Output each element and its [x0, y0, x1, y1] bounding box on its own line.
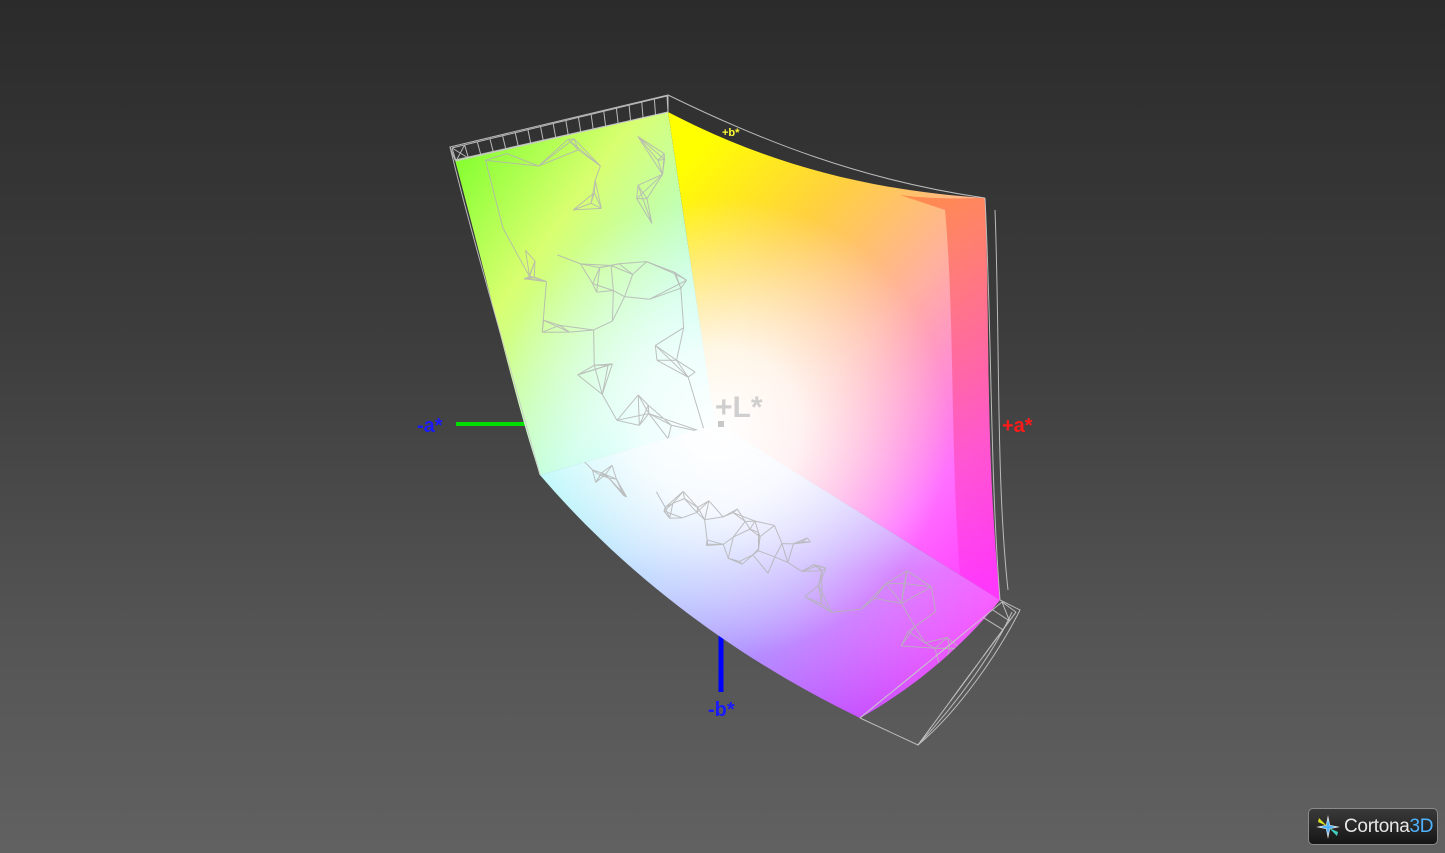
wireframe-edge [958, 648, 961, 679]
logo-name-accent: 3D [1409, 815, 1434, 837]
neg-b-axis-label: -b* [708, 699, 735, 721]
pos-l-axis-label: +L* [715, 391, 763, 424]
wireframe-edge [593, 329, 595, 366]
wireframe-edge [552, 123, 557, 139]
wireframe-edge [705, 539, 708, 546]
wireframe-edge [514, 132, 519, 147]
wireframe-edge [950, 691, 958, 701]
wireframe-edge [590, 114, 594, 130]
origin-marker [718, 421, 724, 427]
wireframe-edge [502, 135, 507, 150]
wireframe-edge [476, 141, 482, 156]
wireframe-edge [647, 405, 650, 414]
wireframe-edge [527, 129, 532, 144]
wireframe-edge [615, 108, 619, 124]
logo-name-main: Cortona [1344, 815, 1410, 837]
3d-gamut-viewport[interactable]: -a* +a* -b* +L* +b* [0, 0, 1445, 853]
wireframe-edge [653, 99, 657, 115]
wireframe-edge [941, 672, 960, 679]
pos-a-axis-label: +a* [1002, 415, 1033, 437]
pos-b-axis-label: +b* [722, 127, 740, 139]
wireframe-edge [960, 647, 979, 656]
wireframe-edge [577, 117, 582, 133]
cortona3d-wordmark: Cortona3D [1344, 816, 1433, 838]
wireframe-edge [930, 718, 939, 728]
wireframe-edge [603, 111, 607, 127]
wireframe-edge [540, 126, 544, 141]
wireframe-edge [628, 105, 632, 121]
wireframe-edge [959, 677, 989, 687]
wireframe-edge [982, 617, 1004, 631]
wireframe-edge [489, 138, 494, 153]
wireframe-edge [565, 120, 569, 136]
wireframe-edge [641, 102, 644, 118]
cortona3d-logo[interactable]: Cortona3D [1308, 808, 1438, 845]
wireframe-edge [801, 570, 822, 572]
wireframe-edge [949, 647, 979, 656]
wireframe-edge [941, 672, 989, 687]
neg-a-axis-label: -a* [417, 415, 443, 437]
cortona3d-star-icon [1316, 814, 1340, 839]
wireframe-edge [1002, 620, 1010, 631]
